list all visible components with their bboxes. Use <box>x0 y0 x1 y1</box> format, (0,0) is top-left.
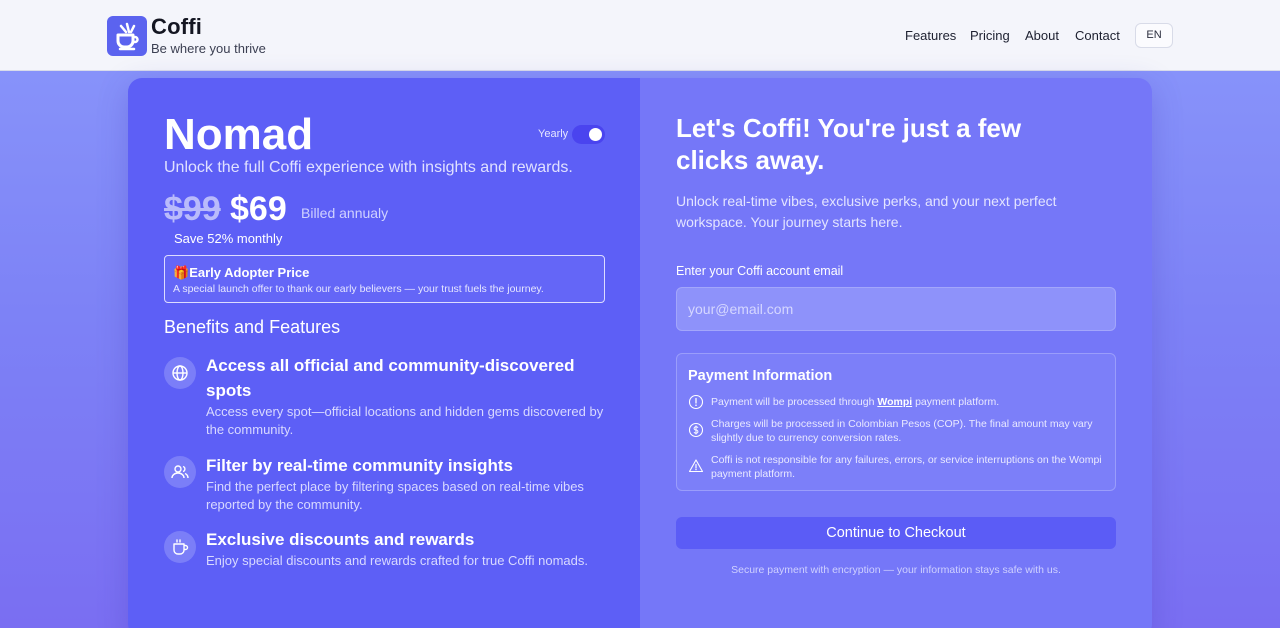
nav-link-contact[interactable]: Contact <box>1075 28 1120 43</box>
brand-tagline: Be where you thrive <box>151 41 266 56</box>
payment-info-text-post: payment platform. <box>912 396 1000 408</box>
feature-description: Enjoy special discounts and rewards craf… <box>206 553 589 568</box>
payment-info-item: Payment will be processed through Wompi … <box>688 394 1108 412</box>
payment-info-item: Coffi is not responsible for any failure… <box>688 452 1108 482</box>
payment-info-box: Payment Information Payment will be proc… <box>676 353 1116 491</box>
language-button[interactable]: EN <box>1135 23 1173 48</box>
secure-payment-note: Secure payment with encryption — your in… <box>731 564 1061 576</box>
coffee-cup-icon <box>164 531 196 563</box>
payment-info-text-pre: Payment will be processed through <box>711 396 878 408</box>
checkout-intro: Unlock real-time vibes, exclusive perks,… <box>676 193 1057 230</box>
continue-to-checkout-button[interactable]: Continue to Checkout <box>676 517 1116 549</box>
info-circle-icon <box>688 394 704 410</box>
new-price: $69 <box>230 190 287 228</box>
payment-info-text: Charges will be processed in Colombian P… <box>711 418 1093 444</box>
checkout-headline: Let's Coffi! You're just a few clicks aw… <box>676 113 1022 175</box>
billing-period: Billed annualy <box>301 205 389 221</box>
plan-title: Nomad <box>164 110 314 159</box>
payment-info-text: Payment will be processed through Wompi … <box>711 395 1106 409</box>
top-header: Coffi Be where you thrive Features Prici… <box>0 0 1280 71</box>
feature-title: Exclusive discounts and rewards <box>206 530 475 549</box>
payment-info-text: Coffi is not responsible for any failure… <box>711 454 1102 480</box>
nav-link-about[interactable]: About <box>1025 28 1059 43</box>
globe-icon <box>164 357 196 389</box>
savings-note: Save 52% monthly <box>174 231 283 246</box>
early-adopter-description: A special launch offer to thank our earl… <box>173 283 544 295</box>
feature-description: Access every spot—official locations and… <box>206 404 604 437</box>
coffi-logo-icon[interactable] <box>107 16 147 56</box>
benefits-heading: Benefits and Features <box>164 317 341 337</box>
brand-name[interactable]: Coffi <box>151 14 202 40</box>
early-adopter-title: 🎁Early Adopter Price <box>173 265 309 281</box>
feature-description: Find the perfect place by filtering spac… <box>206 479 584 512</box>
early-adopter-box: 🎁Early Adopter Price A special launch of… <box>164 255 605 303</box>
checkout-panel: Let's Coffi! You're just a few clicks aw… <box>640 78 1152 628</box>
email-label: Enter your Coffi account email <box>676 264 844 278</box>
billing-toggle[interactable] <box>572 125 605 144</box>
dollar-circle-icon <box>688 422 704 438</box>
users-icon <box>164 456 196 488</box>
warning-triangle-icon <box>688 458 704 474</box>
toggle-knob <box>589 128 602 141</box>
feature-title: Access all official and community-discov… <box>206 356 575 400</box>
email-input[interactable] <box>676 287 1116 331</box>
gift-icon: 🎁 <box>173 265 190 280</box>
nav-link-features[interactable]: Features <box>905 28 956 43</box>
plan-subtitle: Unlock the full Coffi experience with in… <box>164 159 573 176</box>
wompi-link[interactable]: Wompi <box>877 396 912 408</box>
billing-toggle-label: Yearly <box>538 128 569 140</box>
old-price: $99 <box>164 190 221 228</box>
early-adopter-label: Early Adopter Price <box>189 265 310 280</box>
plan-panel: Nomad Yearly Unlock the full Coffi exper… <box>128 78 640 628</box>
payment-info-item: Charges will be processed in Colombian P… <box>688 416 1108 446</box>
payment-info-title: Payment Information <box>688 368 833 384</box>
nav-link-pricing[interactable]: Pricing <box>970 28 1010 43</box>
subscription-card: Nomad Yearly Unlock the full Coffi exper… <box>128 78 1152 628</box>
feature-title: Filter by real-time community insights <box>206 456 514 475</box>
